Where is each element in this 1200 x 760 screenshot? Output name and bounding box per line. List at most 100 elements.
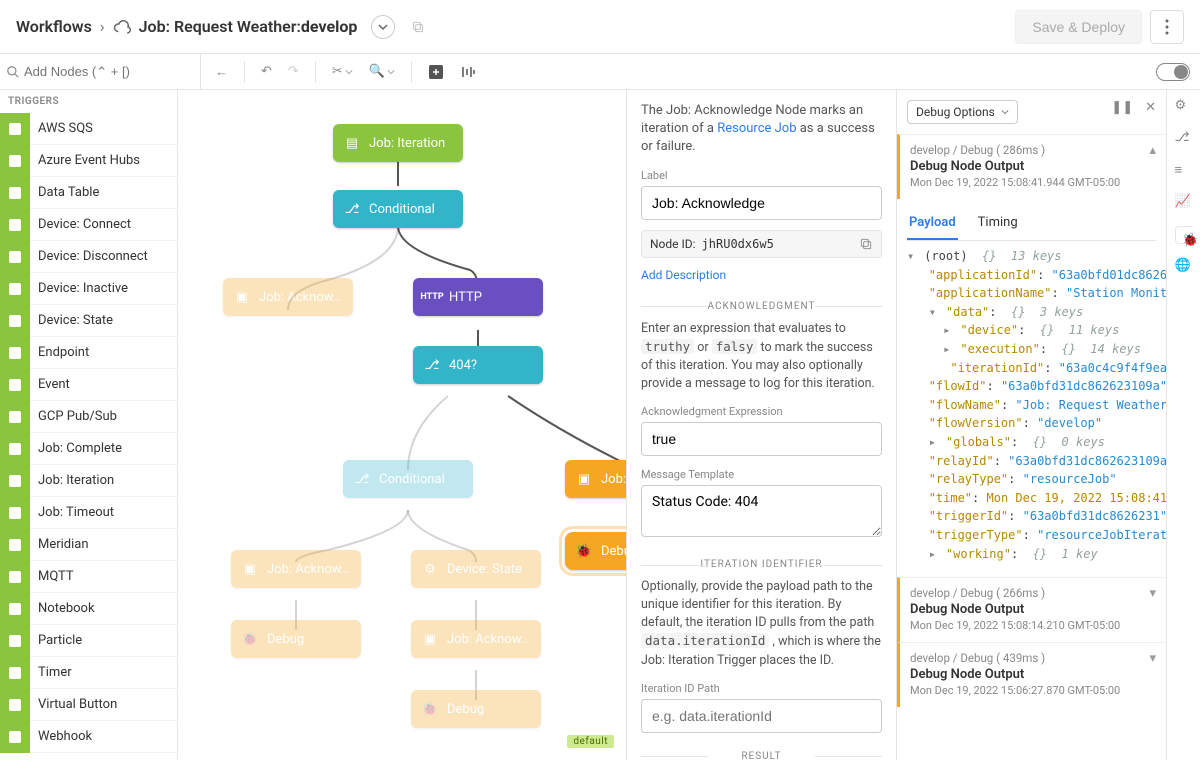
node-conditional-404[interactable]: ⎇ 404? bbox=[413, 346, 543, 384]
workflow-canvas[interactable]: ▤ Job: Iteration ⎇ Conditional ▣ Job: Ac… bbox=[178, 90, 626, 760]
database-icon[interactable]: ≡ bbox=[1175, 162, 1193, 180]
palette-item[interactable]: Device: Inactive bbox=[0, 273, 177, 305]
debug-json-tree[interactable]: ▾ (root) {} 13 keys "applicationId": "63… bbox=[897, 241, 1166, 577]
debug-entry-timestamp: Mon Dec 19, 2022 15:08:14.210 GMT-05:00 bbox=[910, 619, 1156, 632]
palette-item[interactable]: Data Table bbox=[0, 177, 177, 209]
bug-icon: 🐞 bbox=[241, 630, 259, 648]
redo-button[interactable]: ↷ bbox=[284, 60, 303, 83]
trigger-icon bbox=[0, 689, 30, 721]
bug-icon[interactable]: 🐞 bbox=[1175, 226, 1193, 244]
back-button[interactable]: ← bbox=[211, 60, 232, 84]
add-nodes-input[interactable] bbox=[24, 64, 200, 79]
palette-item-label: GCP Pub/Sub bbox=[30, 409, 117, 424]
node-label: Job: Acknow… bbox=[447, 632, 529, 647]
resource-job-link[interactable]: Resource Job bbox=[717, 121, 796, 136]
node-job-iteration[interactable]: ▤ Job: Iteration bbox=[333, 124, 463, 162]
branch-dropdown-button[interactable] bbox=[371, 15, 395, 39]
label-input[interactable] bbox=[641, 186, 882, 220]
node-palette: TRIGGERS AWS SQSAzure Event HubsData Tab… bbox=[0, 90, 178, 760]
trigger-icon bbox=[0, 497, 30, 529]
globe-icon[interactable]: 🌐 bbox=[1175, 258, 1193, 276]
debug-entry[interactable]: ▾ develop / Debug ( 266ms ) Debug Node O… bbox=[897, 577, 1166, 642]
debug-entry[interactable]: ▾ develop / Debug ( 439ms ) Debug Node O… bbox=[897, 642, 1166, 707]
node-job-acknowledge[interactable]: ▣ Job: Acknow… bbox=[411, 620, 541, 658]
palette-item[interactable]: MQTT bbox=[0, 561, 177, 593]
trigger-icon bbox=[0, 305, 30, 337]
msg-template-input[interactable] bbox=[641, 485, 882, 537]
copy-node-id-button[interactable] bbox=[859, 237, 873, 251]
palette-item[interactable]: Job: Iteration bbox=[0, 465, 177, 497]
branch-icon: ⎇ bbox=[353, 470, 371, 488]
palette-item-label: MQTT bbox=[30, 569, 74, 584]
palette-item[interactable]: Notebook bbox=[0, 593, 177, 625]
zoom-menu[interactable]: 🔍 bbox=[365, 60, 399, 83]
debug-entry[interactable]: ▴ develop / Debug ( 286ms ) Debug Node O… bbox=[897, 134, 1166, 199]
iteration-path-input[interactable] bbox=[641, 699, 882, 733]
add-description-link[interactable]: Add Description bbox=[641, 268, 726, 282]
palette-item[interactable]: Timer bbox=[0, 657, 177, 689]
palette-item[interactable]: AWS SQS bbox=[0, 113, 177, 145]
canvas-mode-toggle[interactable] bbox=[1156, 63, 1190, 81]
palette-item-label: Timer bbox=[30, 665, 72, 680]
align-icon bbox=[460, 64, 476, 80]
palette-item[interactable]: Webhook bbox=[0, 721, 177, 753]
node-conditional[interactable]: ⎇ Conditional bbox=[333, 190, 463, 228]
chevron-down-icon: ▾ bbox=[1149, 586, 1156, 601]
add-note-button[interactable] bbox=[424, 60, 448, 84]
http-icon: HTTP bbox=[423, 288, 441, 306]
palette-item[interactable]: GCP Pub/Sub bbox=[0, 401, 177, 433]
palette-item[interactable]: Azure Event Hubs bbox=[0, 145, 177, 177]
trigger-icon bbox=[0, 209, 30, 241]
palette-item[interactable]: Device: Disconnect bbox=[0, 241, 177, 273]
debug-options-label: Debug Options bbox=[916, 105, 995, 119]
palette-item[interactable]: Job: Timeout bbox=[0, 497, 177, 529]
undo-button[interactable]: ↶ bbox=[257, 60, 276, 83]
inspector-description: The Job: Acknowledge Node marks an itera… bbox=[641, 102, 882, 157]
copy-icon[interactable] bbox=[411, 20, 425, 34]
node-job-acknowledge[interactable]: ▣ Job: Acknow… bbox=[231, 550, 361, 588]
default-badge: default bbox=[567, 735, 614, 748]
trigger-icon bbox=[0, 561, 30, 593]
palette-item[interactable]: Event bbox=[0, 369, 177, 401]
palette-item-label: Particle bbox=[30, 633, 82, 648]
palette-item[interactable]: Endpoint bbox=[0, 337, 177, 369]
cut-menu[interactable]: ✂ bbox=[328, 60, 357, 83]
ack-expr-input[interactable] bbox=[641, 422, 882, 456]
palette-item[interactable]: Device: Connect bbox=[0, 209, 177, 241]
tab-timing[interactable]: Timing bbox=[976, 209, 1020, 240]
palette-item[interactable]: Meridian bbox=[0, 529, 177, 561]
align-button[interactable] bbox=[456, 60, 480, 84]
node-device-state[interactable]: ⚙ Device: State bbox=[411, 550, 541, 588]
palette-item[interactable]: Job: Complete bbox=[0, 433, 177, 465]
gear-icon[interactable]: ⚙ bbox=[1175, 98, 1193, 116]
tab-payload[interactable]: Payload bbox=[907, 209, 958, 240]
add-nodes-search[interactable] bbox=[0, 54, 201, 89]
chart-icon[interactable]: 📈 bbox=[1175, 194, 1193, 212]
save-deploy-button[interactable]: Save & Deploy bbox=[1015, 10, 1142, 44]
inspector-panel: ▣ JOB: ACKNOWLEDGE ? The Job: Acknowledg… bbox=[626, 90, 896, 760]
iteration-path-label: Iteration ID Path bbox=[641, 682, 882, 695]
node-job-acknowledge[interactable]: ▣ Job: Acknow… bbox=[223, 278, 353, 316]
section-iteration-id: ITERATION IDENTIFIER bbox=[641, 559, 882, 570]
breadcrumb-job: Job: Request Weather:develop bbox=[139, 17, 358, 36]
node-debug[interactable]: 🐞 Debug bbox=[411, 690, 541, 728]
node-http[interactable]: HTTP HTTP bbox=[413, 278, 543, 316]
git-branch-icon[interactable]: ⎇ bbox=[1175, 130, 1193, 148]
pause-button[interactable]: ❚❚ bbox=[1111, 100, 1133, 115]
palette-item[interactable]: Device: State bbox=[0, 305, 177, 337]
palette-item[interactable]: Virtual Button bbox=[0, 689, 177, 721]
close-button[interactable]: ✕ bbox=[1145, 100, 1156, 115]
palette-item-label: Device: Inactive bbox=[30, 281, 128, 296]
debug-options-dropdown[interactable]: Debug Options bbox=[907, 100, 1018, 124]
chevron-down-icon: ▾ bbox=[1149, 651, 1156, 666]
palette-item[interactable]: Particle bbox=[0, 625, 177, 657]
more-menu-button[interactable] bbox=[1150, 10, 1184, 44]
trigger-icon bbox=[0, 465, 30, 497]
node-conditional[interactable]: ⎇ Conditional bbox=[343, 460, 473, 498]
node-job-acknowledge[interactable]: ▣ Job: Acknow… bbox=[565, 460, 626, 498]
right-rail: ⚙ ⎇ ≡ 📈 🐞 🌐 bbox=[1166, 90, 1200, 760]
trigger-icon bbox=[0, 337, 30, 369]
node-debug-selected[interactable]: 🐞 Debug bbox=[565, 532, 626, 570]
node-debug[interactable]: 🐞 Debug bbox=[231, 620, 361, 658]
breadcrumb-root[interactable]: Workflows bbox=[16, 17, 92, 36]
